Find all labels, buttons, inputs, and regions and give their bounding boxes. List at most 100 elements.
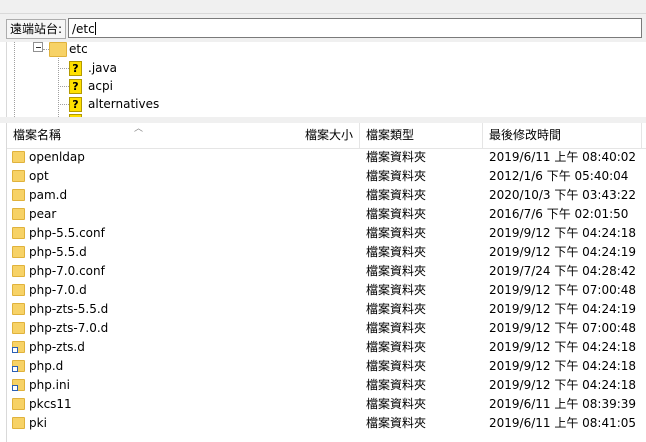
folder-icon bbox=[12, 189, 25, 201]
tree-node-label: acpi bbox=[88, 79, 113, 93]
file-modified-time: 2019/9/12 下午 07:00:48 bbox=[489, 283, 637, 297]
file-type: 檔案資料夾 bbox=[366, 169, 427, 183]
file-row[interactable]: php-7.0.conf 檔案資料夾 2019/7/24 下午 04:28:42 bbox=[7, 262, 646, 281]
folder-link-icon bbox=[12, 341, 25, 353]
column-header-modified[interactable]: 最後修改時間 bbox=[489, 123, 561, 148]
file-modified-time: 2019/7/24 下午 04:28:42 bbox=[489, 264, 637, 278]
file-row[interactable]: php.ini 檔案資料夾 2019/9/12 下午 04:24:18 bbox=[7, 376, 646, 395]
column-divider[interactable] bbox=[482, 123, 483, 148]
file-modified-time: 2012/1/6 下午 05:40:04 bbox=[489, 169, 629, 183]
file-name: php-zts-5.5.d bbox=[29, 302, 109, 316]
folder-icon bbox=[12, 398, 25, 410]
file-name: opt bbox=[29, 169, 49, 183]
folder-icon bbox=[12, 284, 25, 296]
file-name: php-zts-7.0.d bbox=[29, 321, 109, 335]
file-row[interactable]: php.d 檔案資料夾 2019/9/12 下午 04:24:18 bbox=[7, 357, 646, 376]
file-name: pkcs11 bbox=[29, 397, 72, 411]
folder-icon bbox=[12, 303, 25, 315]
file-row[interactable]: php-zts-5.5.d 檔案資料夾 2019/9/12 下午 04:24:19 bbox=[7, 300, 646, 319]
remote-site-label: 遠端站台: bbox=[6, 19, 67, 39]
folder-icon bbox=[12, 170, 25, 182]
collapse-icon[interactable] bbox=[33, 42, 43, 52]
file-row[interactable]: pki 檔案資料夾 2019/6/11 上午 08:41:05 bbox=[7, 414, 646, 433]
file-name: php.ini bbox=[29, 378, 70, 392]
file-modified-time: 2019/6/11 上午 08:40:02 bbox=[489, 150, 637, 164]
folder-icon bbox=[12, 417, 25, 429]
file-type: 檔案資料夾 bbox=[366, 283, 427, 297]
file-type: 檔案資料夾 bbox=[366, 321, 427, 335]
unknown-status-icon: ? bbox=[69, 61, 82, 76]
top-toolbar-strip bbox=[0, 0, 646, 14]
file-row[interactable]: php-zts.d 檔案資料夾 2019/9/12 下午 04:24:18 bbox=[7, 338, 646, 357]
unknown-status-icon: ? bbox=[69, 97, 82, 112]
file-type: 檔案資料夾 bbox=[366, 397, 427, 411]
remote-directory-tree[interactable]: etc ? .java ? acpi ? alternatives bbox=[6, 42, 643, 117]
file-row[interactable]: pam.d 檔案資料夾 2020/10/3 下午 03:43:22 bbox=[7, 186, 646, 205]
file-type: 檔案資料夾 bbox=[366, 416, 427, 430]
tree-node-label: etc bbox=[69, 42, 88, 56]
folder-link-icon bbox=[12, 379, 25, 391]
folder-icon bbox=[12, 246, 25, 258]
file-modified-time: 2020/10/3 下午 03:43:22 bbox=[489, 188, 637, 202]
tree-node-label: .java bbox=[88, 61, 117, 75]
file-type: 檔案資料夾 bbox=[366, 264, 427, 278]
file-modified-time: 2019/9/12 下午 07:00:48 bbox=[489, 321, 637, 335]
file-row[interactable]: pkcs11 檔案資料夾 2019/6/11 上午 08:39:39 bbox=[7, 395, 646, 414]
remote-file-list[interactable]: ︿ 檔案名稱 檔案大小 檔案類型 最後修改時間 openldap 檔案資料夾 201… bbox=[6, 123, 646, 442]
remote-path-value: /etc bbox=[72, 22, 95, 36]
unknown-status-icon: ? bbox=[69, 79, 82, 94]
file-row[interactable]: php-5.5.d 檔案資料夾 2019/9/12 下午 04:24:19 bbox=[7, 243, 646, 262]
file-row[interactable]: php-zts-7.0.d 檔案資料夾 2019/9/12 下午 07:00:48 bbox=[7, 319, 646, 338]
file-modified-time: 2019/9/12 下午 04:24:18 bbox=[489, 226, 637, 240]
file-row[interactable]: php-7.0.d 檔案資料夾 2019/9/12 下午 07:00:48 bbox=[7, 281, 646, 300]
file-type: 檔案資料夾 bbox=[366, 207, 427, 221]
file-type: 檔案資料夾 bbox=[366, 188, 427, 202]
folder-icon bbox=[12, 208, 25, 220]
file-name: pki bbox=[29, 416, 47, 430]
file-modified-time: 2019/9/12 下午 04:24:18 bbox=[489, 359, 637, 373]
file-name: php.d bbox=[29, 359, 64, 373]
file-row[interactable]: openldap 檔案資料夾 2019/6/11 上午 08:40:02 bbox=[7, 148, 646, 167]
tree-node-alternatives[interactable]: ? alternatives bbox=[7, 95, 207, 113]
tree-node-etc[interactable]: etc bbox=[7, 42, 207, 58]
file-modified-time: 2019/9/12 下午 04:24:19 bbox=[489, 245, 637, 259]
file-name: php-7.0.conf bbox=[29, 264, 105, 278]
file-name: pam.d bbox=[29, 188, 68, 202]
file-row[interactable]: pear 檔案資料夾 2016/7/6 下午 02:01:50 bbox=[7, 205, 646, 224]
folder-icon bbox=[12, 227, 25, 239]
file-modified-time: 2019/9/12 下午 04:24:18 bbox=[489, 340, 637, 354]
column-divider[interactable] bbox=[359, 123, 360, 148]
tree-node-label: alternatives bbox=[88, 97, 160, 111]
folder-link-icon bbox=[12, 360, 25, 372]
file-modified-time: 2019/9/12 下午 04:24:18 bbox=[489, 378, 637, 392]
file-type: 檔案資料夾 bbox=[366, 340, 427, 354]
column-divider[interactable] bbox=[641, 123, 642, 148]
folder-icon bbox=[12, 322, 25, 334]
file-type: 檔案資料夾 bbox=[366, 226, 427, 240]
remote-path-input[interactable]: /etc bbox=[68, 18, 642, 38]
column-header-name[interactable]: 檔案名稱 bbox=[13, 123, 61, 148]
column-header-type[interactable]: 檔案類型 bbox=[366, 123, 414, 148]
file-modified-time: 2019/6/11 上午 08:39:39 bbox=[489, 397, 637, 411]
file-modified-time: 2019/6/11 上午 08:41:05 bbox=[489, 416, 637, 430]
file-type: 檔案資料夾 bbox=[366, 378, 427, 392]
file-type: 檔案資料夾 bbox=[366, 302, 427, 316]
file-modified-time: 2019/9/12 下午 04:24:19 bbox=[489, 302, 637, 316]
file-row[interactable]: php-5.5.conf 檔案資料夾 2019/9/12 下午 04:24:18 bbox=[7, 224, 646, 243]
file-name: pear bbox=[29, 207, 57, 221]
text-caret bbox=[94, 22, 96, 35]
folder-open-icon bbox=[49, 42, 67, 57]
file-name: php-5.5.d bbox=[29, 245, 87, 259]
file-name: openldap bbox=[29, 150, 85, 164]
column-header-size[interactable]: 檔案大小 bbox=[305, 123, 353, 148]
tree-node-java[interactable]: ? .java bbox=[7, 59, 207, 77]
remote-address-bar: 遠端站台: /etc bbox=[0, 14, 646, 42]
tree-node-acpi[interactable]: ? acpi bbox=[7, 77, 207, 95]
file-type: 檔案資料夾 bbox=[366, 150, 427, 164]
sort-ascending-icon: ︿ bbox=[134, 124, 144, 134]
file-name: php-7.0.d bbox=[29, 283, 87, 297]
file-list-header: ︿ 檔案名稱 檔案大小 檔案類型 最後修改時間 bbox=[7, 123, 646, 149]
file-type: 檔案資料夾 bbox=[366, 359, 427, 373]
file-row[interactable]: opt 檔案資料夾 2012/1/6 下午 05:40:04 bbox=[7, 167, 646, 186]
file-name: php-zts.d bbox=[29, 340, 85, 354]
